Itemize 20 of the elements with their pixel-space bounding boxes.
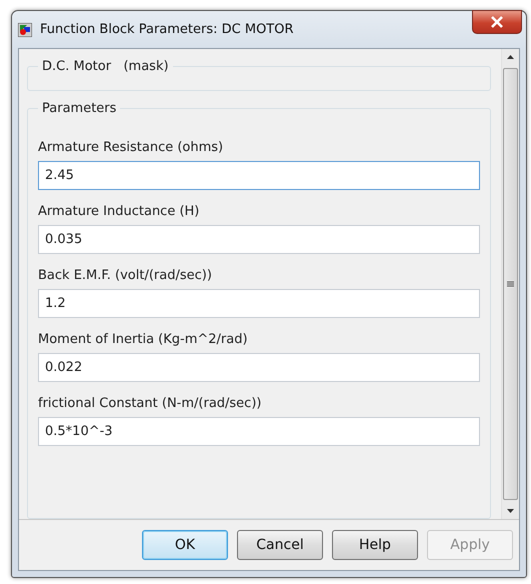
parameter-field[interactable]: 2.45 bbox=[38, 161, 480, 190]
close-button[interactable] bbox=[472, 10, 522, 34]
field-label: frictional Constant (N-m/(rad/sec)) bbox=[38, 396, 262, 411]
field-label: Back E.M.F. (volt/(rad/sec)) bbox=[38, 268, 213, 283]
parameter-field[interactable]: 0.5*10^-3 bbox=[38, 417, 480, 446]
block-icon bbox=[18, 22, 32, 36]
scrollbar-thumb[interactable] bbox=[503, 68, 518, 500]
parameter-field[interactable]: 0.035 bbox=[38, 225, 480, 254]
dialog-button[interactable]: Help bbox=[332, 530, 418, 560]
dialog-button[interactable]: Cancel bbox=[237, 530, 323, 560]
parameter-field[interactable]: 0.022 bbox=[38, 353, 480, 382]
window-title: Function Block Parameters: DC MOTOR bbox=[40, 22, 294, 37]
mask-title: D.C. Motor (mask) bbox=[42, 59, 169, 74]
close-icon[interactable] bbox=[490, 16, 504, 28]
dialog-button[interactable]: OK bbox=[142, 530, 228, 560]
field-label: Armature Inductance (H) bbox=[38, 204, 200, 219]
parameter-field[interactable]: 1.2 bbox=[38, 289, 480, 318]
group-title: Parameters bbox=[42, 101, 116, 116]
field-label: Moment of Inertia (Kg-m^2/rad) bbox=[38, 332, 249, 347]
field-label: Armature Resistance (ohms) bbox=[38, 140, 224, 155]
